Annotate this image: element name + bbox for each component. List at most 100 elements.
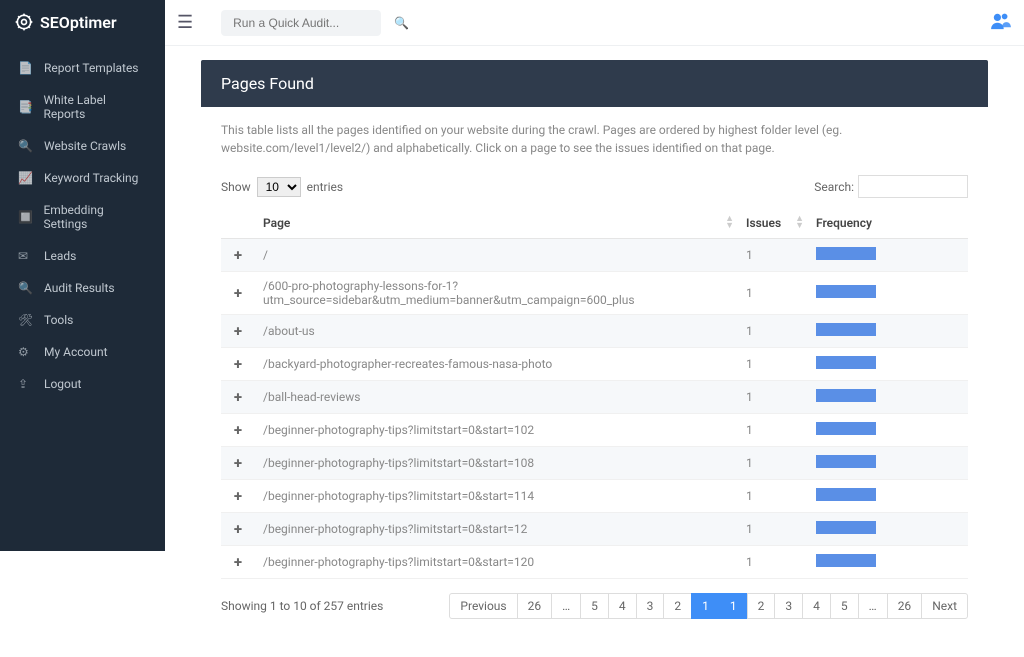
entries-label: entries (307, 180, 343, 194)
pager-page[interactable]: 4 (802, 593, 831, 619)
table-row[interactable]: +/600-pro-photography-lessons-for-1?utm_… (221, 272, 968, 315)
table-row[interactable]: +/beginner-photography-tips?limitstart=0… (221, 546, 968, 579)
sidebar-item-tools[interactable]: 🛠Tools (0, 304, 165, 336)
expand-icon[interactable]: + (234, 487, 242, 505)
expand-icon[interactable]: + (234, 553, 242, 571)
cell-issues: 1 (738, 447, 808, 480)
sidebar-item-my-account[interactable]: ⚙My Account (0, 336, 165, 368)
frequency-bar (816, 356, 876, 369)
expand-icon[interactable]: + (234, 246, 242, 264)
table-footer: Showing 1 to 10 of 257 entries Previous … (221, 593, 968, 619)
pager-page[interactable]: 3 (636, 593, 665, 619)
pager-page[interactable]: 5 (580, 593, 609, 619)
frequency-bar (816, 247, 876, 260)
sidebar-item-embedding-settings[interactable]: 🔲Embedding Settings (0, 194, 165, 240)
cell-frequency (808, 414, 968, 447)
expand-icon[interactable]: + (234, 454, 242, 472)
pager-page[interactable]: 2 (663, 593, 692, 619)
sidebar-item-leads[interactable]: ✉Leads (0, 240, 165, 272)
expand-icon[interactable]: + (234, 322, 242, 340)
content: Pages Found This table lists all the pag… (165, 46, 1024, 657)
sort-icon: ▲▼ (795, 216, 804, 230)
cell-page: /beginner-photography-tips?limitstart=0&… (255, 447, 738, 480)
table-row[interactable]: + /about-us1 (221, 315, 968, 348)
cell-issues: 1 (738, 348, 808, 381)
sidebar-item-keyword-tracking[interactable]: 📈Keyword Tracking (0, 162, 165, 194)
cell-issues: 1 (738, 315, 808, 348)
frequency-bar (816, 455, 876, 468)
sidebar-item-white-label-reports[interactable]: 📑White Label Reports (0, 84, 165, 130)
cell-issues: 1 (738, 480, 808, 513)
cell-issues: 1 (738, 546, 808, 579)
cell-frequency (808, 447, 968, 480)
copy-icon: 📑 (18, 100, 33, 114)
expand-icon[interactable]: + (234, 421, 242, 439)
cell-page: /beginner-photography-tips?limitstart=0&… (255, 414, 738, 447)
sidebar-item-report-templates[interactable]: 📄Report Templates (0, 52, 165, 84)
footer-info: Showing 1 to 10 of 257 entries (221, 599, 383, 613)
sidebar-item-logout[interactable]: ⇪Logout (0, 368, 165, 400)
cell-page: /backyard-photographer-recreates-famous-… (255, 348, 738, 381)
col-page[interactable]: Page▲▼ (255, 208, 738, 239)
pager-page[interactable]: … (858, 593, 888, 619)
logo-icon (14, 12, 34, 32)
cell-issues: 1 (738, 239, 808, 272)
pager-page[interactable]: 26 (517, 593, 553, 619)
pager-page[interactable]: 1 (691, 593, 720, 619)
pager-page[interactable]: 5 (830, 593, 859, 619)
cell-frequency (808, 239, 968, 272)
pager-prev[interactable]: Previous (449, 593, 517, 619)
hamburger-icon[interactable]: ☰ (177, 12, 193, 33)
cell-issues: 1 (738, 272, 808, 315)
cell-frequency (808, 513, 968, 546)
quick-audit[interactable]: 🔍 (221, 10, 381, 36)
entries-select[interactable]: 10 (257, 177, 301, 197)
cell-frequency (808, 348, 968, 381)
expand-icon[interactable]: + (234, 388, 242, 406)
users-icon[interactable] (990, 12, 1012, 34)
panel-header: Pages Found (201, 60, 988, 107)
table-row[interactable]: + /1 (221, 239, 968, 272)
document-icon: 📄 (18, 61, 34, 75)
pager-page[interactable]: 3 (774, 593, 803, 619)
search-icon[interactable]: 🔍 (394, 16, 409, 30)
sidebar-item-website-crawls[interactable]: 🔍Website Crawls (0, 130, 165, 162)
cell-page: /ball-head-reviews (255, 381, 738, 414)
expand-icon[interactable]: + (234, 355, 242, 373)
frequency-bar (816, 389, 876, 402)
sidebar-item-audit-results[interactable]: 🔍Audit Results (0, 272, 165, 304)
cell-frequency (808, 272, 968, 315)
frequency-bar (816, 521, 876, 534)
table-row[interactable]: + /beginner-photography-tips?limitstart=0… (221, 414, 968, 447)
pager-page[interactable]: 1 (719, 593, 748, 619)
table-row[interactable]: +/beginner-photography-tips?limitstart=0… (221, 480, 968, 513)
table-row[interactable]: +/beginner-photography-tips?limitstart=0… (221, 513, 968, 546)
topbar: ☰ 🔍 (165, 0, 1024, 46)
table-row[interactable]: + /backyard-photographer-recreates-famous… (221, 348, 968, 381)
cell-issues: 1 (738, 381, 808, 414)
table-row[interactable]: + /beginner-photography-tips?limitstart=0… (221, 447, 968, 480)
cell-frequency (808, 381, 968, 414)
search-input[interactable] (858, 175, 968, 198)
quick-audit-input[interactable] (233, 16, 388, 30)
pager-page[interactable]: 4 (608, 593, 637, 619)
logo[interactable]: SEOptimer (0, 0, 165, 44)
pager-page[interactable]: 26 (887, 593, 923, 619)
table-row[interactable]: + /ball-head-reviews1 (221, 381, 968, 414)
pager-next[interactable]: Next (921, 593, 968, 619)
cell-frequency (808, 315, 968, 348)
col-frequency[interactable]: Frequency (808, 208, 968, 239)
expand-icon[interactable]: + (234, 284, 242, 302)
mail-icon: ✉ (18, 249, 34, 263)
pager-page[interactable]: … (551, 593, 581, 619)
frequency-bar (816, 285, 876, 298)
cell-page: /about-us (255, 315, 738, 348)
cell-page: / (255, 239, 738, 272)
frequency-bar (816, 488, 876, 501)
trend-icon: 📈 (18, 171, 34, 185)
gear-icon: ⚙ (18, 345, 34, 359)
search-icon: 🔍 (18, 139, 34, 153)
col-issues[interactable]: Issues▲▼ (738, 208, 808, 239)
expand-icon[interactable]: + (234, 520, 242, 538)
pager-page[interactable]: 2 (747, 593, 776, 619)
